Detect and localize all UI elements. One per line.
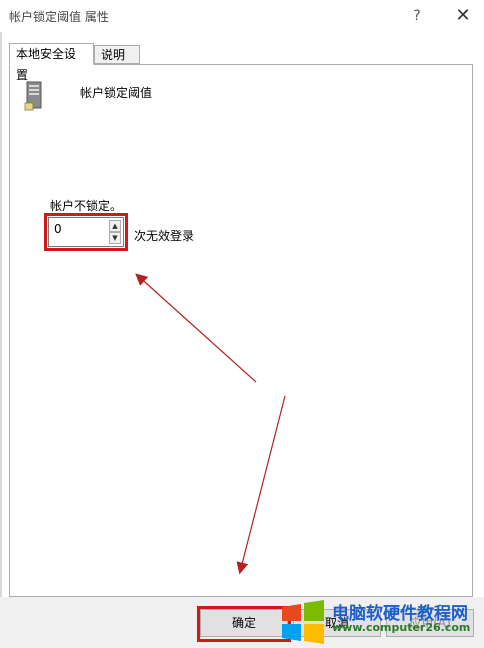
spin-down-button[interactable]: ▼ [109, 232, 121, 244]
ok-button[interactable]: 确定 [200, 609, 288, 637]
spin-up-button[interactable]: ▲ [109, 220, 121, 232]
help-button[interactable]: ? [405, 4, 429, 28]
title-bar: 帐户锁定阈值 属性 ? ✕ [0, 0, 484, 32]
window-title: 帐户锁定阈值 属性 [9, 10, 109, 24]
close-button[interactable]: ✕ [451, 4, 475, 28]
windows-logo-icon [282, 600, 324, 644]
tab-local-security-setting[interactable]: 本地安全设置 [9, 43, 94, 82]
watermark-url: www.computer26.com [332, 621, 471, 634]
policy-title: 帐户锁定阈值 [80, 86, 153, 100]
tab-panel [9, 64, 473, 597]
lockout-state-label: 帐户不锁定。 [50, 199, 123, 213]
threshold-value[interactable]: 0 [54, 222, 62, 236]
tab-explain[interactable]: 说明 [94, 45, 140, 64]
threshold-spinbox[interactable]: 0 ▲ ▼ [48, 217, 124, 247]
invalid-logon-label: 次无效登录 [134, 229, 195, 243]
site-watermark: 电脑软硬件教程网 www.computer26.com [280, 597, 484, 648]
window-edge [0, 32, 2, 648]
